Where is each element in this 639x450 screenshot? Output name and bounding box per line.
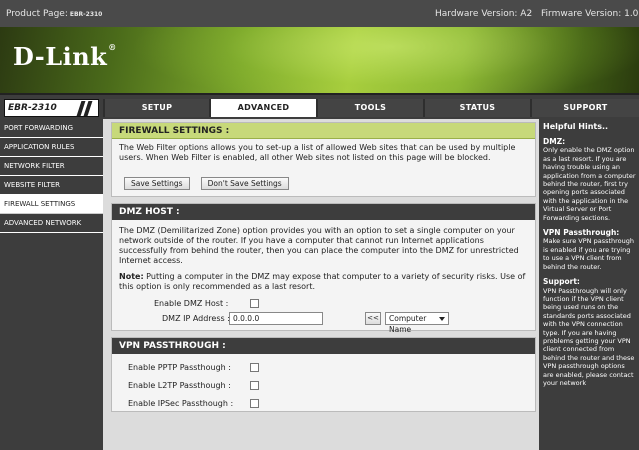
sidebar-item-network-filter[interactable]: NETWORK FILTER: [0, 157, 103, 176]
sidebar: PORT FORWARDING APPLICATION RULES NETWOR…: [0, 119, 103, 450]
vpn-passthrough-title: VPN PASSTHROUGH :: [112, 338, 535, 354]
tab-status[interactable]: STATUS: [423, 99, 530, 117]
hint-dmz-text: Only enable the DMZ option as a last res…: [543, 146, 636, 222]
brand-banner: D-Link®: [0, 27, 639, 93]
dmz-host-section: DMZ HOST : The DMZ (Demilitarized Zone) …: [111, 203, 536, 334]
tab-setup[interactable]: SETUP: [103, 99, 209, 117]
computer-name-select[interactable]: Computer Name: [385, 312, 449, 334]
ipsec-checkbox[interactable]: [250, 399, 259, 408]
enable-dmz-label: Enable DMZ Host :: [154, 299, 229, 308]
hint-vpn-text: Make sure VPN passthrough is enabled if …: [543, 237, 635, 271]
hint-vpn: VPN Passthrough: Make sure VPN passthrou…: [543, 228, 637, 271]
hint-dmz-heading: DMZ:: [543, 137, 566, 146]
dmz-description: The DMZ (Demilitarized Zone) option prov…: [119, 226, 519, 265]
l2tp-row: Enable L2TP Passthough :: [112, 378, 535, 393]
router-admin-page: { "topbar": { "product_label": "Product …: [0, 0, 639, 450]
l2tp-checkbox[interactable]: [250, 381, 259, 390]
hardware-version: Hardware Version: A2: [435, 9, 533, 19]
ipsec-label: Enable IPSec Passthough :: [128, 399, 234, 408]
dont-save-settings-button[interactable]: Don't Save Settings: [200, 177, 289, 190]
main-content: FIREWALL SETTINGS : The Web Filter optio…: [103, 119, 539, 450]
product-page-label: Product Page: EBR-2310: [6, 8, 103, 19]
hint-support: Support: VPN Passthrough will only funct…: [543, 277, 637, 387]
top-info-bar: Product Page: EBR-2310 Hardware Version: …: [0, 0, 639, 27]
sidebar-item-advanced-network[interactable]: ADVANCED NETWORK: [0, 214, 103, 233]
chevron-down-icon: [439, 317, 445, 321]
dmz-ip-row: DMZ IP Address : 0.0.0.0 << Computer Nam…: [112, 311, 535, 334]
dmz-note-label: Note:: [119, 272, 144, 281]
hints-title: Helpful Hints..: [543, 122, 609, 131]
vpn-passthrough-section: VPN PASSTHROUGH : Enable PPTP Passthough…: [111, 337, 536, 412]
dmz-ip-input[interactable]: 0.0.0.0: [229, 312, 323, 325]
enable-dmz-checkbox[interactable]: [250, 299, 259, 308]
save-settings-button[interactable]: Save Settings: [124, 177, 190, 190]
l2tp-label: Enable L2TP Passthough :: [128, 381, 231, 390]
dmz-ip-label: DMZ IP Address :: [162, 314, 230, 323]
firewall-settings-section: FIREWALL SETTINGS : The Web Filter optio…: [111, 122, 536, 197]
sidebar-item-website-filter[interactable]: WEBSITE FILTER: [0, 176, 103, 195]
hint-vpn-heading: VPN Passthrough:: [543, 228, 620, 238]
dmz-host-title: DMZ HOST :: [112, 204, 535, 220]
firewall-settings-title: FIREWALL SETTINGS :: [112, 123, 535, 139]
ipsec-row: Enable IPSec Passthough :: [112, 396, 535, 411]
hint-support-heading: Support:: [543, 277, 580, 287]
dlink-logo: D-Link®: [13, 42, 117, 71]
copy-computer-button[interactable]: <<: [365, 312, 381, 325]
model-badge: EBR-2310: [4, 99, 99, 117]
pptp-label: Enable PPTP Passthough :: [128, 363, 231, 372]
firewall-description: The Web Filter options allows you to set…: [119, 143, 516, 162]
tab-tools[interactable]: TOOLS: [316, 99, 423, 117]
enable-dmz-row: Enable DMZ Host :: [112, 296, 535, 311]
tab-advanced[interactable]: ADVANCED: [209, 99, 316, 117]
hint-dmz: DMZ: Only enable the DMZ option as a las…: [543, 137, 637, 222]
pptp-checkbox[interactable]: [250, 363, 259, 372]
model-label: EBR-2310: [8, 103, 57, 113]
banner-swoosh: [130, 27, 639, 93]
main-nav: EBR-2310 SETUP ADVANCED TOOLS STATUS SUP…: [0, 93, 639, 119]
firmware-version: Firmware Version: 1.05: [541, 9, 639, 19]
sidebar-item-firewall-settings[interactable]: FIREWALL SETTINGS: [0, 195, 103, 214]
hint-support-text: VPN Passthrough will only function if th…: [543, 286, 635, 387]
dmz-note: Note: Putting a computer in the DMZ may …: [112, 270, 535, 296]
helpful-hints-panel: Helpful Hints.. DMZ: Only enable the DMZ…: [539, 119, 639, 450]
product-model: EBR-2310: [69, 10, 103, 18]
model-slash-icon: [83, 101, 93, 116]
firewall-button-row: Save Settings Don't Save Settings: [112, 167, 535, 196]
dmz-note-text: Putting a computer in the DMZ may expose…: [119, 272, 526, 291]
pptp-row: Enable PPTP Passthough :: [112, 360, 535, 375]
tab-support[interactable]: SUPPORT: [530, 99, 639, 117]
sidebar-item-application-rules[interactable]: APPLICATION RULES: [0, 138, 103, 157]
sidebar-item-port-forwarding[interactable]: PORT FORWARDING: [0, 119, 103, 138]
